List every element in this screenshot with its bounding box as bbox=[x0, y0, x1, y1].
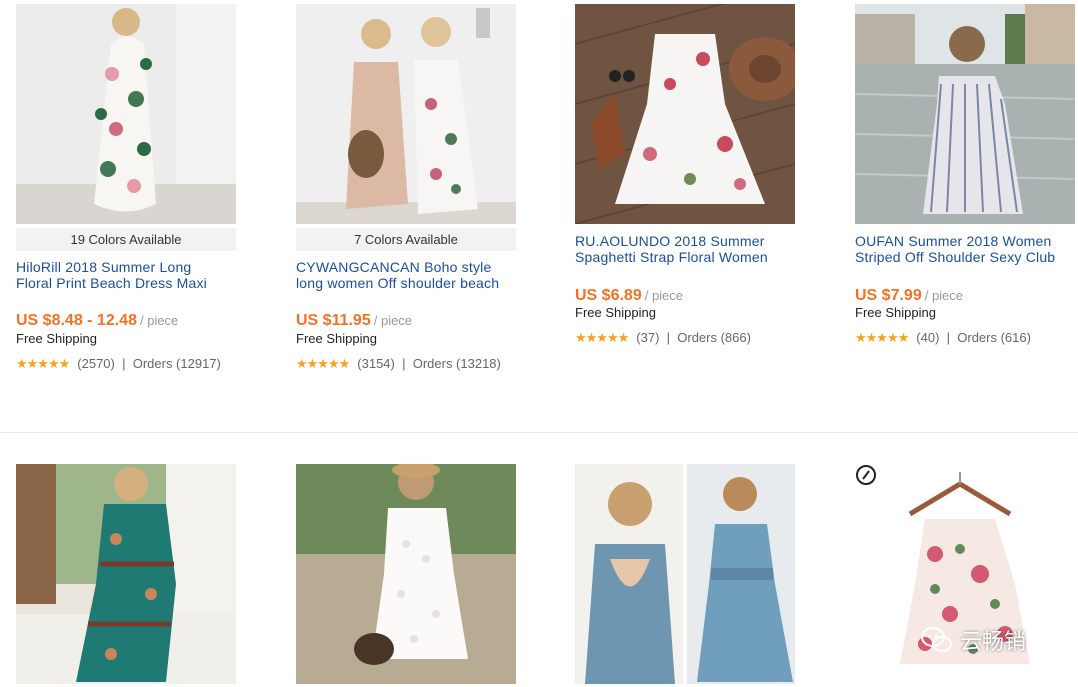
product-title-line: HiloRill 2018 Summer Long bbox=[16, 259, 192, 275]
boho-dress-photo bbox=[296, 4, 516, 224]
review-count[interactable]: (3154) bbox=[357, 356, 395, 371]
product-meta-2: ★★★★★ (3154) | Orders (13218) bbox=[296, 356, 521, 372]
free-shipping-label: Free Shipping bbox=[855, 305, 936, 320]
watermark: 云畅销 bbox=[920, 622, 1060, 658]
star-rating-icon: ★★★★★ bbox=[855, 330, 909, 345]
product-title-2[interactable]: CYWANGCANCAN Boho style long women Off s… bbox=[296, 259, 516, 291]
colors-available-badge-1[interactable]: 19 Colors Available bbox=[16, 228, 236, 251]
product-image-3[interactable] bbox=[575, 4, 795, 224]
maxi-dress-photo bbox=[16, 4, 236, 224]
separator: | bbox=[398, 356, 410, 371]
product-image-4[interactable] bbox=[855, 4, 1075, 224]
star-rating-icon: ★★★★★ bbox=[575, 330, 629, 345]
orders-count[interactable]: Orders (616) bbox=[957, 330, 1031, 345]
product-card-2[interactable]: 7 Colors Available CYWANGCANCAN Boho sty… bbox=[296, 4, 516, 384]
product-price-1: US $8.48 - 12.48/ piece bbox=[16, 312, 236, 330]
free-shipping-label: Free Shipping bbox=[575, 305, 656, 320]
price-unit: / piece bbox=[139, 313, 179, 328]
price-amount: US $7.99 bbox=[855, 287, 922, 304]
product-price-3: US $6.89/ piece bbox=[575, 287, 795, 305]
product-meta-4: ★★★★★ (40) | Orders (616) bbox=[855, 330, 1078, 346]
orders-count[interactable]: Orders (12917) bbox=[133, 356, 221, 371]
product-price-4: US $7.99/ piece bbox=[855, 287, 1075, 305]
star-rating-icon: ★★★★★ bbox=[296, 356, 350, 371]
product-meta-3: ★★★★★ (37) | Orders (866) bbox=[575, 330, 800, 346]
review-count[interactable]: (40) bbox=[916, 330, 939, 345]
free-shipping-label: Free Shipping bbox=[16, 331, 97, 346]
watermark-text: 云畅销 bbox=[960, 629, 1027, 654]
product-card-1[interactable]: 19 Colors Available HiloRill 2018 Summer… bbox=[16, 4, 236, 384]
price-unit: / piece bbox=[644, 288, 684, 303]
product-title-line: OUFAN Summer 2018 Women bbox=[855, 233, 1052, 249]
product-card-3[interactable]: RU.AOLUNDO 2018 Summer Spaghetti Strap F… bbox=[575, 4, 795, 364]
review-count[interactable]: (37) bbox=[636, 330, 659, 345]
product-card-5[interactable] bbox=[16, 464, 236, 684]
product-image-1[interactable] bbox=[16, 4, 236, 224]
price-amount: US $11.95 bbox=[296, 312, 371, 329]
product-title-3[interactable]: RU.AOLUNDO 2018 Summer Spaghetti Strap F… bbox=[575, 233, 795, 265]
separator: | bbox=[118, 356, 130, 371]
brand-logo-icon bbox=[856, 465, 876, 485]
price-unit: / piece bbox=[924, 288, 964, 303]
product-image-5[interactable] bbox=[16, 464, 236, 684]
teal-boho-dress-photo bbox=[16, 464, 236, 684]
striped-dress-photo bbox=[855, 4, 1075, 224]
product-title-line: Striped Off Shoulder Sexy Club bbox=[855, 249, 1056, 265]
price-amount: US $8.48 - 12.48 bbox=[16, 312, 137, 329]
review-count[interactable]: (2570) bbox=[77, 356, 115, 371]
star-rating-icon: ★★★★★ bbox=[16, 356, 70, 371]
free-shipping-label: Free Shipping bbox=[296, 331, 377, 346]
product-title-line: Floral Print Beach Dress Maxi bbox=[16, 275, 207, 291]
price-amount: US $6.89 bbox=[575, 287, 642, 304]
orders-count[interactable]: Orders (866) bbox=[677, 330, 751, 345]
wechat-icon bbox=[921, 627, 952, 652]
product-card-6[interactable] bbox=[296, 464, 516, 684]
product-card-7[interactable] bbox=[575, 464, 795, 684]
product-title-1[interactable]: HiloRill 2018 Summer Long Floral Print B… bbox=[16, 259, 236, 291]
orders-count[interactable]: Orders (13218) bbox=[413, 356, 501, 371]
product-card-4[interactable]: OUFAN Summer 2018 Women Striped Off Shou… bbox=[855, 4, 1075, 364]
product-meta-1: ★★★★★ (2570) | Orders (12917) bbox=[16, 356, 241, 372]
colors-available-badge-2[interactable]: 7 Colors Available bbox=[296, 228, 516, 251]
product-title-line: RU.AOLUNDO 2018 Summer bbox=[575, 233, 765, 249]
product-image-2[interactable] bbox=[296, 4, 516, 224]
floral-slip-dress-photo bbox=[575, 4, 795, 224]
separator: | bbox=[943, 330, 954, 345]
product-title-line: CYWANGCANCAN Boho style bbox=[296, 259, 492, 275]
product-title-4[interactable]: OUFAN Summer 2018 Women Striped Off Shou… bbox=[855, 233, 1075, 265]
separator: | bbox=[663, 330, 674, 345]
product-price-2: US $11.95/ piece bbox=[296, 312, 516, 330]
white-lace-dress-photo bbox=[296, 464, 516, 684]
product-image-7[interactable] bbox=[575, 464, 795, 684]
product-image-6[interactable] bbox=[296, 464, 516, 684]
product-title-line: Spaghetti Strap Floral Women bbox=[575, 249, 768, 265]
blue-lace-dress-photo bbox=[575, 464, 795, 684]
row-divider bbox=[0, 432, 1078, 433]
product-title-line: long women Off shoulder beach bbox=[296, 275, 500, 291]
price-unit: / piece bbox=[373, 313, 413, 328]
